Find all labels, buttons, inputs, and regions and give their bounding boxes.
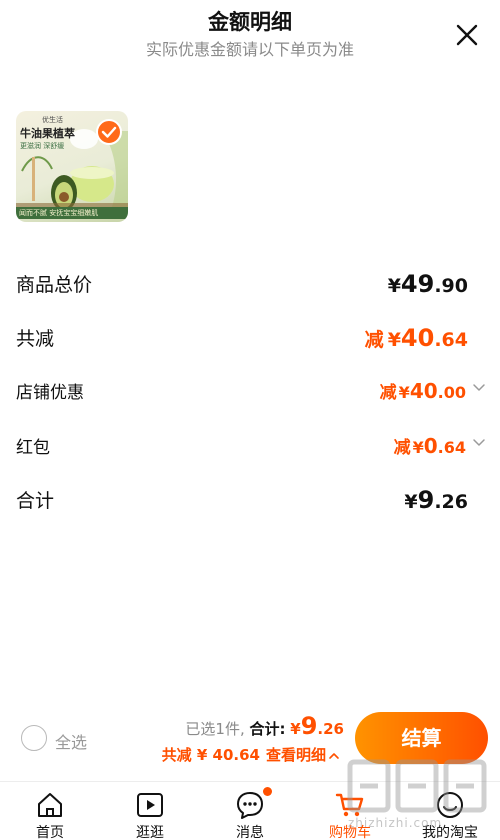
select-all-radio[interactable] <box>21 725 47 751</box>
tab-messages[interactable]: 消息 <box>200 782 300 840</box>
profile-icon <box>437 792 463 818</box>
red-packet-label: 红包 <box>16 438 50 458</box>
reduce-prefix: 减 <box>379 383 397 403</box>
cart-icon <box>335 793 364 817</box>
chevron-up-icon[interactable] <box>328 750 340 762</box>
reduce-detail-link[interactable]: 共减 ¥ 40.64 查看明细 <box>162 744 340 765</box>
tab-label: 消息 <box>236 825 264 840</box>
amount-decimal: .00 <box>437 383 466 402</box>
unread-dot <box>263 787 272 796</box>
amount-integer: 9 <box>417 486 435 514</box>
currency-symbol: ¥ <box>412 438 424 457</box>
tab-home[interactable]: 首页 <box>0 782 100 840</box>
amount-decimal: .26 <box>434 491 468 513</box>
currency-symbol: ¥ <box>290 720 301 738</box>
checkout-button[interactable]: 结算 <box>355 712 488 764</box>
checkmark-icon <box>101 126 117 138</box>
view-detail-label[interactable]: 查看明细 <box>266 746 326 764</box>
selected-count: 已选1件, <box>185 720 245 738</box>
home-icon <box>38 793 62 817</box>
shop-discount-label: 店铺优惠 <box>16 383 84 403</box>
product-banner: 闻而不腻 安抚宝宝细嫩肌 <box>16 207 128 219</box>
tab-label: 购物车 <box>329 825 371 840</box>
amount-integer: 0 <box>423 434 438 458</box>
amount-decimal: .64 <box>437 438 466 457</box>
close-icon[interactable] <box>454 22 480 48</box>
selected-check-icon[interactable] <box>96 119 122 145</box>
currency-symbol: ¥ <box>387 275 401 297</box>
amount-integer: 49 <box>400 270 435 298</box>
amount-integer: 40 <box>409 379 438 403</box>
currency-symbol: ¥ <box>387 329 401 351</box>
shop-discount-amount: 减 ¥40.00 <box>380 378 466 403</box>
sum-integer: 9 <box>300 712 318 740</box>
amount-integer: 40 <box>400 324 435 352</box>
select-all-label[interactable]: 全选 <box>55 729 87 753</box>
page-subtitle: 实际优惠金额请以下单页为准 <box>145 40 354 59</box>
subtotal-amount: ¥9.26 <box>404 486 468 514</box>
total-reduce-amount: 减 ¥40.64 <box>365 324 468 352</box>
currency-symbol: ¥ <box>398 383 410 402</box>
message-icon <box>237 792 263 819</box>
amount-decimal: .64 <box>434 329 468 351</box>
tab-cart[interactable]: 购物车 <box>300 782 400 840</box>
sum-label: 合计: <box>249 720 286 738</box>
chevron-down-icon[interactable] <box>472 435 486 449</box>
product-thumbnail[interactable]: 优生活 牛油果植萃 更滋润 深舒缓 闻而不腻 安抚宝宝细嫩肌 <box>16 111 128 222</box>
tab-browse[interactable]: 逛逛 <box>100 782 200 840</box>
product-tags: 更滋润 深舒缓 <box>20 142 65 150</box>
currency-symbol: ¥ <box>404 491 418 513</box>
sum-decimal: .26 <box>317 720 344 738</box>
tab-label: 首页 <box>36 825 64 840</box>
checkout-bar: 全选 已选1件, 合计: ¥9.26 共减 ¥ 40.64 查看明细 结算 <box>0 700 500 780</box>
reduce-prefix: 减 <box>364 329 384 351</box>
reduce-text: 共减 ¥ 40.64 <box>161 746 260 764</box>
total-price-amount: ¥49.90 <box>388 270 468 298</box>
checkout-sum: 已选1件, 合计: ¥9.26 <box>185 712 344 740</box>
total-reduce-label: 共减 <box>16 328 55 350</box>
product-brand: 优生活 <box>42 116 63 124</box>
tab-profile[interactable]: 我的淘宝 <box>400 782 500 840</box>
chevron-down-icon[interactable] <box>472 380 486 394</box>
subtotal-label: 合计 <box>16 490 55 512</box>
total-price-label: 商品总价 <box>16 274 93 296</box>
tab-label: 我的淘宝 <box>422 825 478 840</box>
bottom-tab-bar: 首页 逛逛 消息 购物车 我的淘宝 <box>0 781 500 840</box>
product-name: 牛油果植萃 <box>20 127 75 140</box>
reduce-prefix: 减 <box>393 438 411 458</box>
header: 金额明细 实际优惠金额请以下单页为准 <box>0 0 500 70</box>
play-icon <box>137 793 163 817</box>
amount-decimal: .90 <box>434 275 468 297</box>
tab-label: 逛逛 <box>136 825 164 840</box>
red-packet-amount: 减 ¥0.64 <box>394 433 466 458</box>
page-title: 金额明细 <box>208 10 292 34</box>
